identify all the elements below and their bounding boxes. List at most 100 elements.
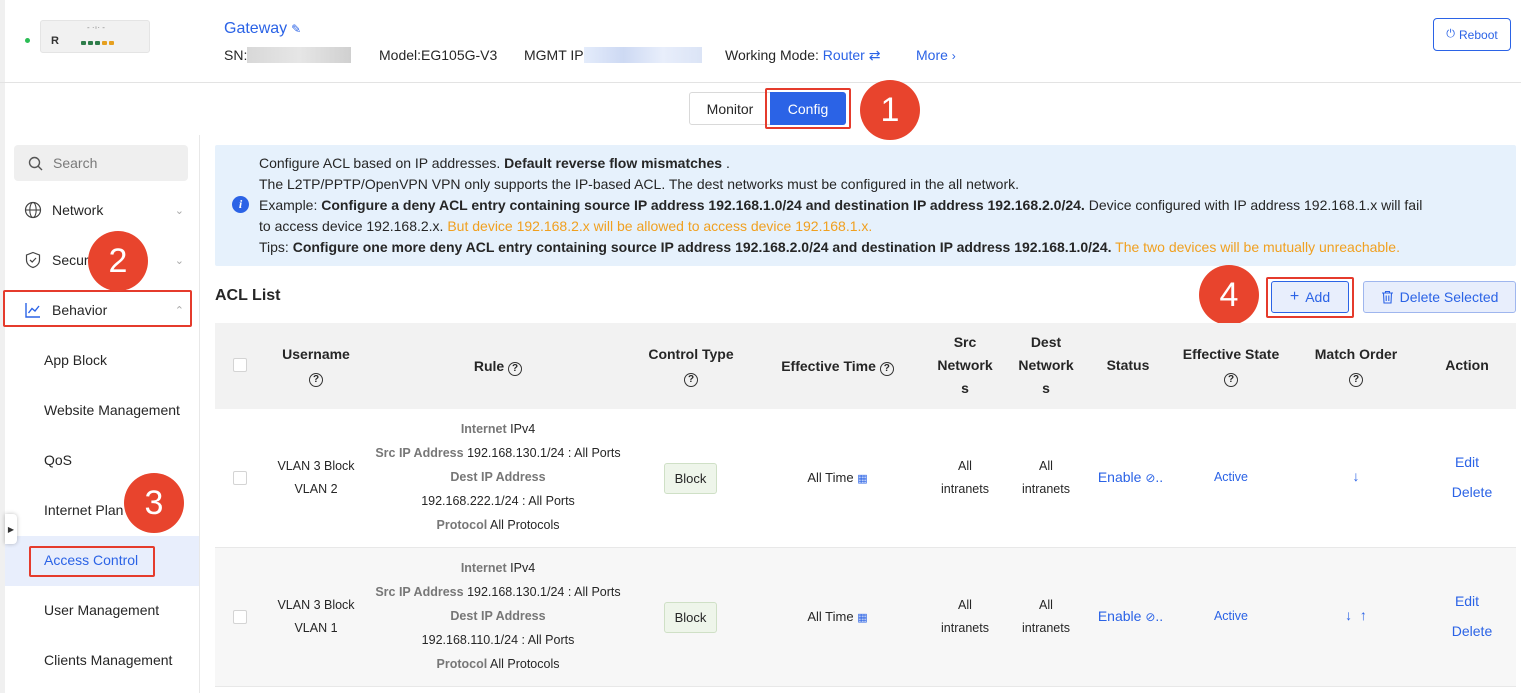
reboot-button[interactable]: ⏻ Reboot bbox=[1433, 18, 1511, 51]
help-icon[interactable]: ? bbox=[1349, 373, 1363, 387]
caret-right-icon: ▶ bbox=[7, 524, 15, 534]
help-icon[interactable]: ? bbox=[309, 373, 323, 387]
help-icon[interactable]: ? bbox=[508, 362, 523, 376]
sidebar-subitem-user-management[interactable]: User Management bbox=[44, 602, 159, 618]
check-circle-icon: ⊘ bbox=[1145, 471, 1156, 485]
sn-value-redacted bbox=[247, 47, 352, 63]
col-dest-networks-line-3: s bbox=[1042, 380, 1050, 396]
table-row: VLAN 3 Block VLAN 1 Internet IPv4 Src IP … bbox=[215, 548, 1516, 687]
src-networks: All intranets bbox=[925, 594, 1005, 640]
notice-line-1: Configure ACL based on IP addresses. Def… bbox=[259, 155, 730, 171]
match-order-arrows[interactable]: ↓ ↑ bbox=[1300, 607, 1412, 623]
notice-line-1-bold: Default reverse flow mismatches bbox=[504, 155, 723, 171]
sidebar-subitem-clients-management[interactable]: Clients Management bbox=[44, 652, 172, 668]
col-match-order: Match Order? bbox=[1300, 343, 1412, 389]
online-status-dot bbox=[25, 38, 30, 43]
rule-src-ip-value: 192.168.130.1/24 : All Ports bbox=[467, 585, 621, 599]
dest-networks-line-2: intranets bbox=[1022, 621, 1070, 635]
device-name[interactable]: Gateway ✎ bbox=[224, 20, 301, 38]
select-all-checkbox[interactable] bbox=[233, 358, 247, 372]
working-mode-value[interactable]: Router ⇄ bbox=[823, 47, 881, 63]
notice-line-5-warning: The two devices will be mutually unreach… bbox=[1115, 239, 1400, 255]
col-src-networks-line-3: s bbox=[961, 380, 969, 396]
sidebar-search[interactable]: Search bbox=[14, 145, 188, 181]
rule-internet: Internet IPv4 bbox=[365, 417, 631, 441]
calendar-icon[interactable]: ▦ bbox=[857, 612, 867, 624]
match-order-arrows[interactable]: ↓ bbox=[1300, 468, 1412, 484]
effective-time-value: All Time bbox=[807, 470, 854, 485]
info-icon: i bbox=[232, 196, 249, 213]
status-toggle[interactable]: Enable ⊘.. bbox=[1088, 608, 1173, 624]
sidebar-subitem-internet-plan[interactable]: Internet Plan bbox=[44, 502, 123, 518]
highlight-box-behavior bbox=[3, 290, 192, 327]
power-icon: ⏻ bbox=[1446, 28, 1455, 40]
rule-protocol-value: All Protocols bbox=[490, 518, 560, 532]
more-link[interactable]: More › bbox=[916, 47, 956, 63]
notice-line-3: Example: Configure a deny ACL entry cont… bbox=[259, 197, 1422, 213]
dest-networks-line-1: All bbox=[1039, 459, 1053, 473]
rule-src-ip-label: Src IP Address bbox=[375, 446, 464, 460]
delete-selected-button[interactable]: Delete Selected bbox=[1363, 281, 1516, 313]
annotation-badge-3: 3 bbox=[124, 473, 184, 533]
src-networks: All intranets bbox=[925, 455, 1005, 501]
edit-link[interactable]: Edit bbox=[1447, 454, 1487, 470]
mgmt-ip-value-redacted bbox=[583, 47, 702, 63]
switch-arrows-icon: ⇄ bbox=[868, 47, 881, 63]
help-icon[interactable]: ? bbox=[1224, 373, 1238, 387]
control-type-tag: Block bbox=[664, 463, 717, 494]
status-value: Enable bbox=[1097, 469, 1142, 485]
row-rule: Internet IPv4 Src IP Address 192.168.130… bbox=[365, 556, 631, 676]
help-icon[interactable]: ? bbox=[879, 362, 894, 376]
sidebar-item-network[interactable]: Network ⌄ bbox=[24, 201, 184, 219]
notice-line-3-text: Device configured with IP address 192.16… bbox=[1088, 197, 1423, 213]
effective-state: Active bbox=[1213, 470, 1249, 484]
sidebar-subitem-website-management[interactable]: Website Management bbox=[44, 402, 180, 418]
acl-table-header: Username? Rule ? Control Type? Effective… bbox=[215, 323, 1516, 409]
status-toggle[interactable]: Enable ⊘.. bbox=[1088, 469, 1173, 485]
table-row: VLAN 3 Block VLAN 2 Internet IPv4 Src IP … bbox=[215, 409, 1516, 548]
delete-link[interactable]: Delete bbox=[1447, 623, 1497, 639]
device-badge-text: R bbox=[51, 35, 59, 47]
notice-line-4: to access device 192.168.2.x. But device… bbox=[259, 218, 872, 234]
row-rule: Internet IPv4 Src IP Address 192.168.130… bbox=[365, 417, 631, 537]
serial-number: SN: bbox=[224, 47, 352, 63]
search-icon bbox=[28, 156, 43, 170]
acl-info-notice: i Configure ACL based on IP addresses. D… bbox=[215, 145, 1516, 266]
sidebar-collapse-toggle[interactable]: ▶ bbox=[5, 514, 17, 544]
shield-icon bbox=[25, 251, 41, 269]
col-effective-state-label: Effective State bbox=[1182, 346, 1280, 362]
device-top-icon: - ·◦· - bbox=[87, 23, 105, 32]
highlight-box-add bbox=[1266, 277, 1354, 318]
row-checkbox[interactable] bbox=[233, 610, 247, 624]
delete-link[interactable]: Delete bbox=[1447, 484, 1497, 500]
col-rule: Rule ? bbox=[365, 355, 631, 378]
sidebar-subitem-qos[interactable]: QoS bbox=[44, 452, 72, 468]
calendar-icon[interactable]: ▦ bbox=[857, 473, 867, 485]
chevron-down-icon: ⌄ bbox=[174, 254, 184, 267]
edit-link[interactable]: Edit bbox=[1447, 593, 1487, 609]
src-networks-line-1: All bbox=[958, 598, 972, 612]
sidebar-subitem-app-block[interactable]: App Block bbox=[44, 352, 107, 368]
effective-time-value: All Time bbox=[807, 609, 854, 624]
col-src-networks: Src Network s bbox=[925, 331, 1005, 400]
col-action: Action bbox=[1445, 357, 1489, 373]
dest-networks-line-1: All bbox=[1039, 598, 1053, 612]
row-username-line-1: VLAN 3 Block bbox=[277, 598, 355, 612]
help-icon[interactable]: ? bbox=[684, 373, 698, 387]
rule-dest-ip-label: Dest IP Address bbox=[450, 470, 546, 484]
model-text: Model:EG105G-V3 bbox=[379, 47, 498, 63]
working-mode: Working Mode: Router ⇄ bbox=[725, 47, 880, 64]
src-networks-line-2: intranets bbox=[941, 621, 989, 635]
edit-pencil-icon[interactable]: ✎ bbox=[291, 22, 301, 36]
more-label: More bbox=[916, 47, 948, 63]
row-username-line-2: VLAN 1 bbox=[294, 621, 338, 635]
row-checkbox[interactable] bbox=[233, 471, 247, 485]
device-header: - ·◦· - R Gateway ✎ SN: Model:EG105G-V3 M… bbox=[0, 0, 1521, 83]
rule-ip-version: IPv4 bbox=[510, 561, 536, 575]
rule-dest-ip-value: 192.168.110.1/24 : All Ports bbox=[421, 633, 575, 647]
row-username: VLAN 3 Block VLAN 2 bbox=[270, 455, 362, 501]
tab-monitor[interactable]: Monitor bbox=[689, 92, 771, 125]
col-effective-state: Effective State? bbox=[1170, 343, 1292, 389]
working-mode-label: Working Mode: bbox=[725, 47, 819, 63]
rule-protocol-label: Protocol bbox=[436, 657, 488, 671]
